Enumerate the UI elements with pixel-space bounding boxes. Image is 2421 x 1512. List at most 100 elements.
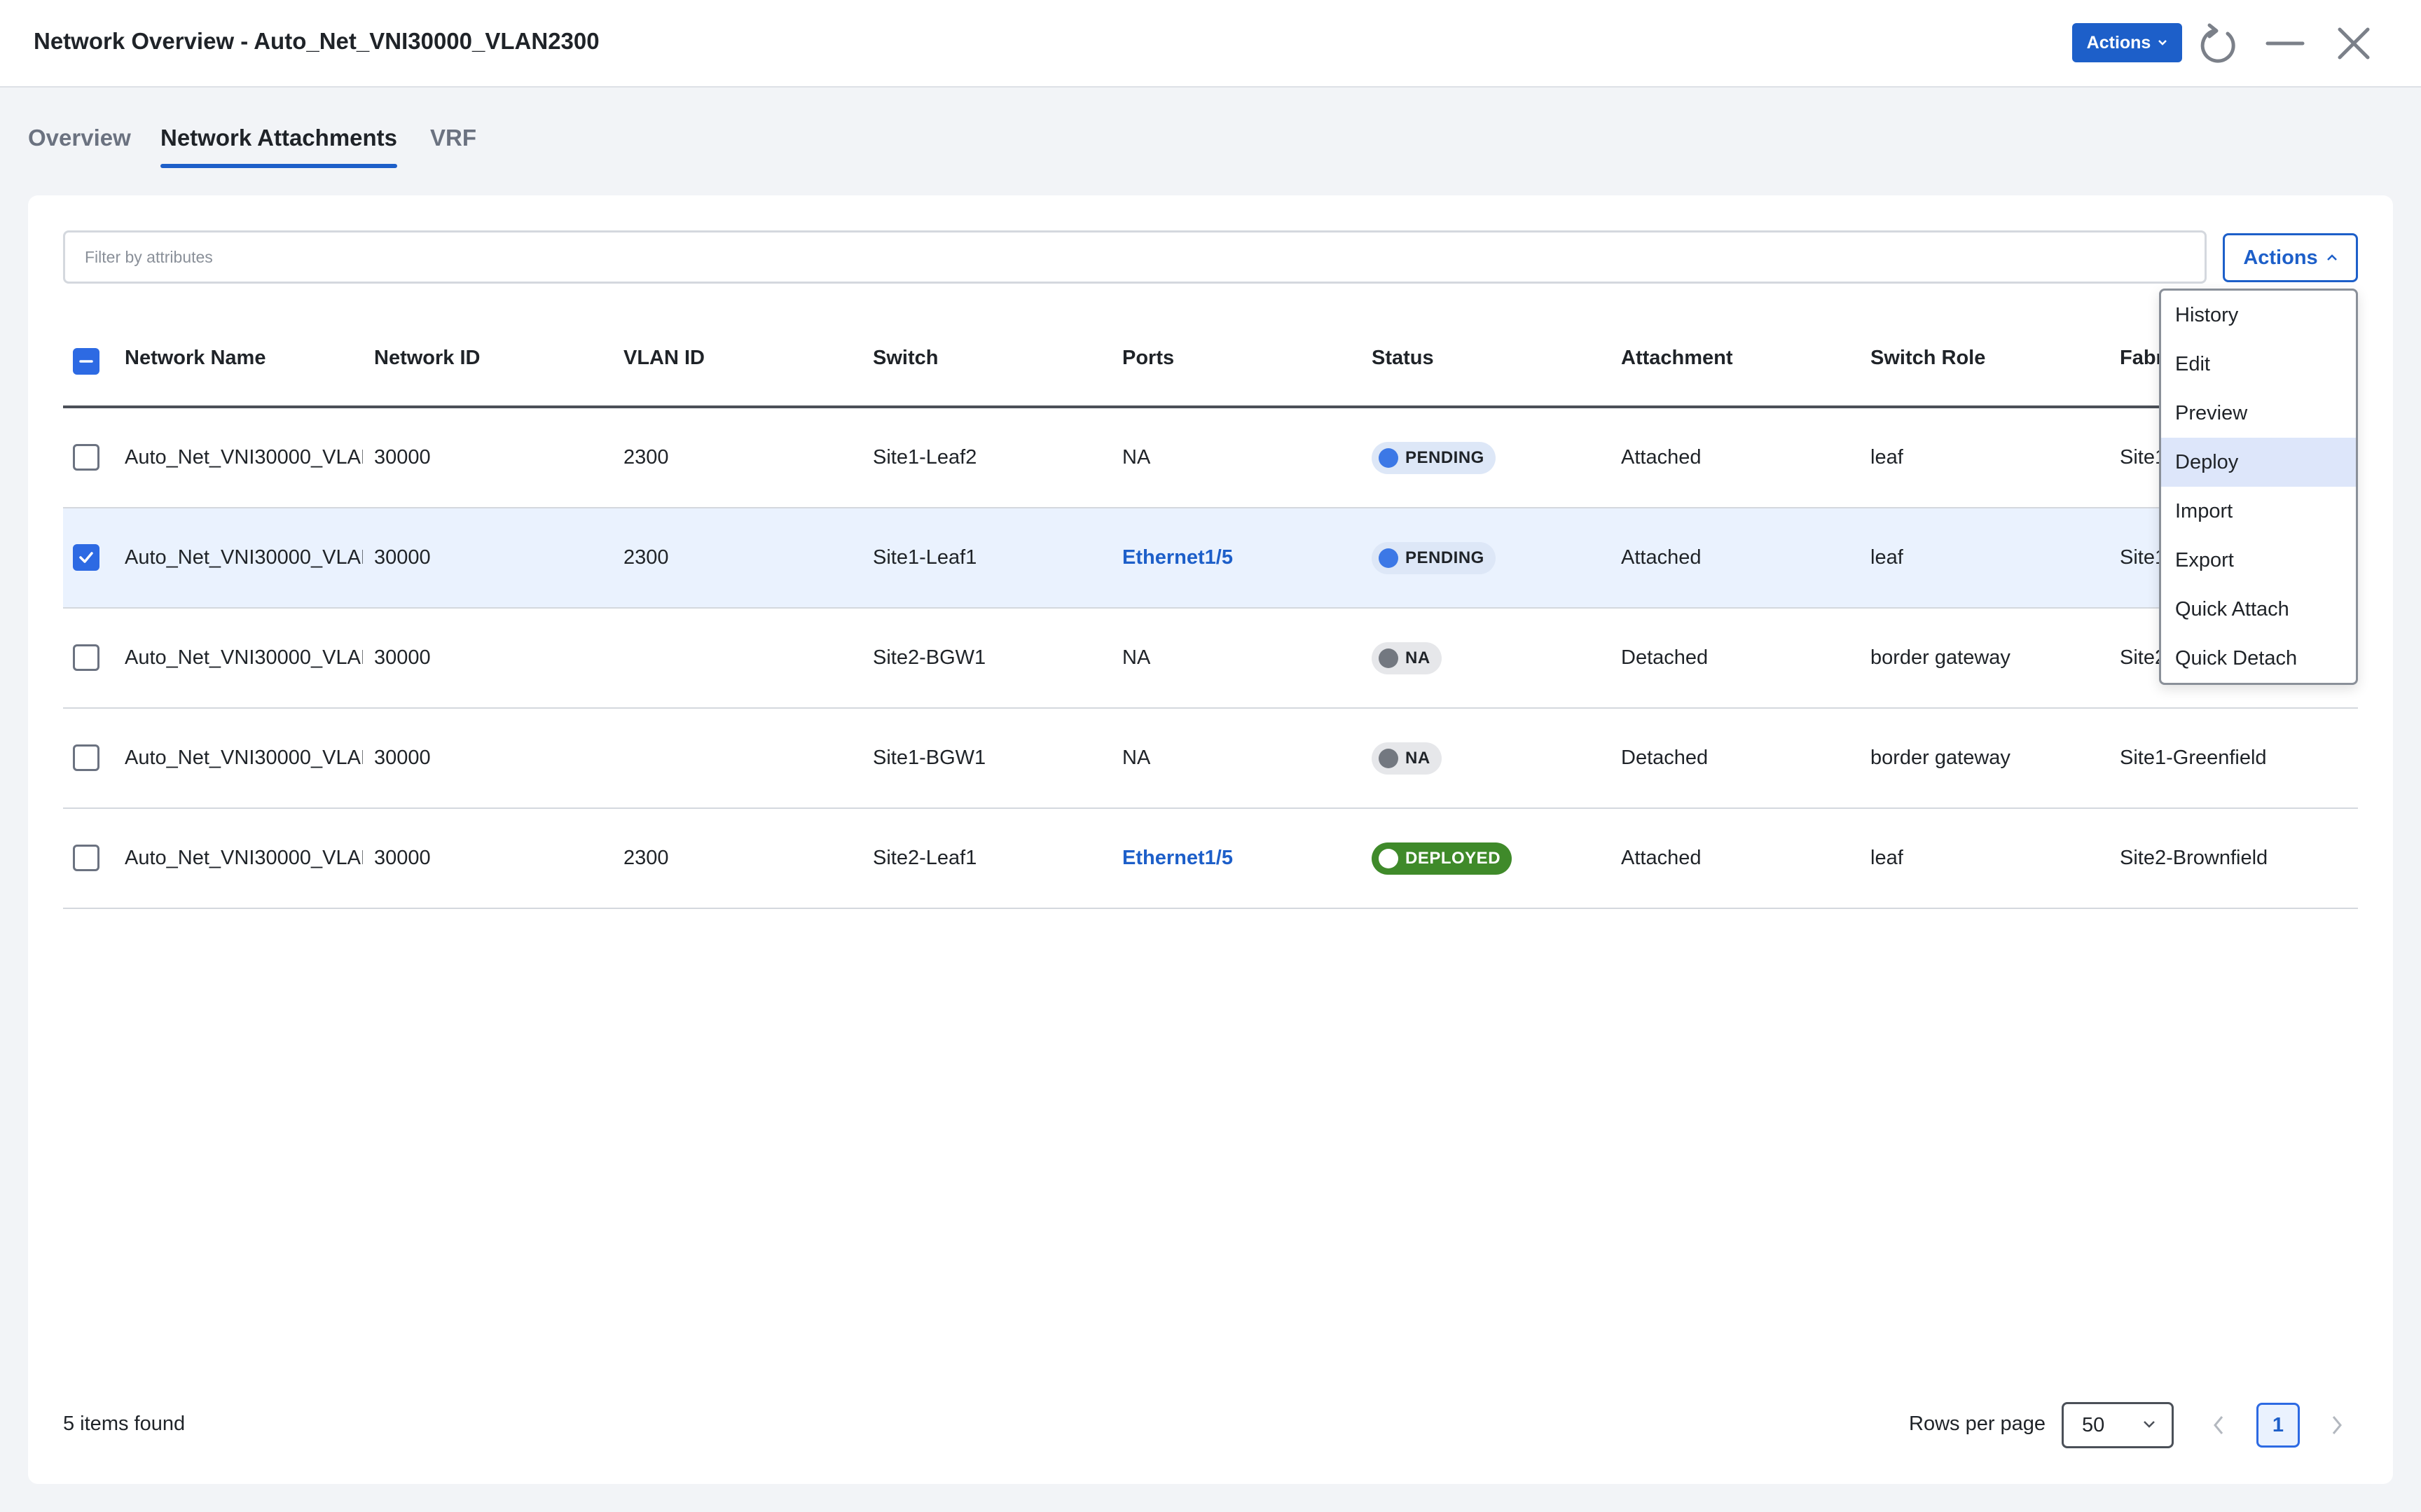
table-row[interactable]: Auto_Net_VNI30000_VLAN2300 30000 2300 Si… <box>63 809 2358 909</box>
cell-network-name: Auto_Net_VNI30000_VLAN2300 <box>125 546 363 569</box>
filter-placeholder: Filter by attributes <box>85 247 213 266</box>
rows-per-page-label: Rows per page <box>1909 1413 2046 1435</box>
column-header-vlan-id[interactable]: VLAN ID <box>623 347 705 370</box>
column-header-switch-role[interactable]: Switch Role <box>1870 347 1985 370</box>
status-dot-icon <box>1379 548 1398 568</box>
cell-network-id: 30000 <box>374 747 431 769</box>
status-dot-icon <box>1379 748 1398 768</box>
status-dot-icon <box>1379 848 1398 868</box>
cell-attachment: Attached <box>1621 546 1702 569</box>
items-found-count: 5 items found <box>63 1413 186 1435</box>
menu-item-history[interactable]: History <box>2161 291 2356 340</box>
table-header: Network Name Network ID VLAN ID Switch P… <box>63 314 2358 408</box>
ports-link[interactable]: Ethernet1/5 <box>1122 508 1233 607</box>
cell-switch: Site2-Leaf1 <box>873 847 977 869</box>
row-checkbox[interactable] <box>73 544 99 571</box>
menu-item-deploy[interactable]: Deploy <box>2161 438 2356 487</box>
cell-vlan-id: 2300 <box>623 446 669 469</box>
cell-ports: NA <box>1122 747 1151 769</box>
status-label: NA <box>1405 648 1430 667</box>
cell-status: DEPLOYED <box>1372 809 1512 908</box>
cell-status: NA <box>1372 709 1442 807</box>
table-row[interactable]: Auto_Net_VNI30000_VLAN2300 30000 Site2-B… <box>63 609 2358 709</box>
status-label: PENDING <box>1405 548 1484 567</box>
chevron-right-icon <box>2332 1416 2342 1434</box>
refresh-icon[interactable] <box>2200 22 2239 64</box>
status-label: DEPLOYED <box>1405 848 1501 868</box>
table-row[interactable]: Auto_Net_VNI30000_VLAN2300 30000 2300 Si… <box>63 408 2358 508</box>
rows-per-page-select[interactable]: 50 <box>2062 1402 2174 1448</box>
menu-item-preview[interactable]: Preview <box>2161 389 2356 438</box>
tab-network-attachments[interactable]: Network Attachments <box>160 125 398 168</box>
cell-network-name: Auto_Net_VNI30000_VLAN2300 <box>125 446 363 469</box>
cell-attachment: Detached <box>1621 747 1709 769</box>
status-badge: NA <box>1372 742 1442 775</box>
ports-link[interactable]: Ethernet1/5 <box>1122 809 1233 908</box>
page-number-button[interactable]: 1 <box>2256 1403 2300 1448</box>
column-header-status[interactable]: Status <box>1372 347 1434 370</box>
cell-attachment: Attached <box>1621 446 1702 469</box>
next-page-button[interactable] <box>2316 1402 2358 1448</box>
cell-status: PENDING <box>1372 408 1496 507</box>
rows-per-page-value: 50 <box>2082 1413 2105 1436</box>
cell-status: NA <box>1372 609 1442 707</box>
cell-attachment: Attached <box>1621 847 1702 869</box>
attachments-card: Filter by attributes Actions Network Nam… <box>28 195 2393 1484</box>
menu-item-quick-detach[interactable]: Quick Detach <box>2161 634 2356 683</box>
status-badge: NA <box>1372 641 1442 674</box>
menu-item-quick-attach[interactable]: Quick Attach <box>2161 585 2356 634</box>
cell-switch: Site1-Leaf2 <box>873 446 977 469</box>
column-header-attachment[interactable]: Attachment <box>1621 347 1733 370</box>
cell-switch: Site1-Leaf1 <box>873 546 977 569</box>
column-header-ports[interactable]: Ports <box>1122 347 1174 370</box>
cell-vlan-id: 2300 <box>623 847 669 869</box>
select-all-checkbox[interactable] <box>73 348 99 375</box>
cell-ports: NA <box>1122 446 1151 469</box>
row-checkbox[interactable] <box>73 845 99 871</box>
status-label: PENDING <box>1405 448 1484 467</box>
chevron-left-icon <box>2214 1416 2223 1434</box>
menu-item-import[interactable]: Import <box>2161 487 2356 536</box>
row-checkbox[interactable] <box>73 744 99 771</box>
minimize-icon[interactable] <box>2265 31 2305 56</box>
header-actions-label: Actions <box>2086 32 2151 53</box>
window-header: Network Overview - Auto_Net_VNI30000_VLA… <box>0 0 2421 88</box>
cell-switch-role: leaf <box>1870 546 1903 569</box>
table-actions-label: Actions <box>2243 246 2318 269</box>
cell-network-name: Auto_Net_VNI30000_VLAN2300 <box>125 747 363 769</box>
row-checkbox[interactable] <box>73 444 99 471</box>
cell-switch-role: border gateway <box>1870 747 2010 769</box>
menu-item-export[interactable]: Export <box>2161 536 2356 585</box>
row-checkbox[interactable] <box>73 644 99 671</box>
status-dot-icon <box>1379 648 1398 668</box>
cell-switch-role: border gateway <box>1870 646 2010 669</box>
chevron-down-icon <box>2144 1421 2155 1428</box>
tab-overview[interactable]: Overview <box>28 125 131 168</box>
close-icon[interactable] <box>2337 27 2371 60</box>
page-title: Network Overview - Auto_Net_VNI30000_VLA… <box>34 28 600 54</box>
status-badge: DEPLOYED <box>1372 842 1512 875</box>
status-badge: PENDING <box>1372 441 1496 474</box>
menu-item-edit[interactable]: Edit <box>2161 340 2356 389</box>
table-actions-button[interactable]: Actions <box>2223 233 2358 282</box>
previous-page-button[interactable] <box>2198 1402 2240 1448</box>
header-actions-button[interactable]: Actions <box>2072 23 2182 62</box>
chevron-down-icon <box>2158 40 2167 46</box>
cell-network-id: 30000 <box>374 646 431 669</box>
actions-dropdown-menu: History Edit Preview Deploy Import Expor… <box>2159 289 2358 685</box>
column-header-switch[interactable]: Switch <box>873 347 938 370</box>
cell-switch-role: leaf <box>1870 446 1903 469</box>
table-row[interactable]: Auto_Net_VNI30000_VLAN2300 30000 Site1-B… <box>63 709 2358 809</box>
column-header-network-name[interactable]: Network Name <box>125 347 265 370</box>
cell-network-name: Auto_Net_VNI30000_VLAN2300 <box>125 646 363 669</box>
cell-switch: Site1-BGW1 <box>873 747 986 769</box>
filter-input[interactable]: Filter by attributes <box>63 230 2207 284</box>
status-label: NA <box>1405 748 1430 768</box>
cell-network-id: 30000 <box>374 546 431 569</box>
tab-vrf[interactable]: VRF <box>430 125 476 168</box>
table-row[interactable]: Auto_Net_VNI30000_VLAN2300 30000 2300 Si… <box>63 508 2358 609</box>
cell-ports: NA <box>1122 646 1151 669</box>
column-header-network-id[interactable]: Network ID <box>374 347 480 370</box>
network-overview-window: Network Overview - Auto_Net_VNI30000_VLA… <box>0 0 2421 1512</box>
cell-status: PENDING <box>1372 508 1496 607</box>
